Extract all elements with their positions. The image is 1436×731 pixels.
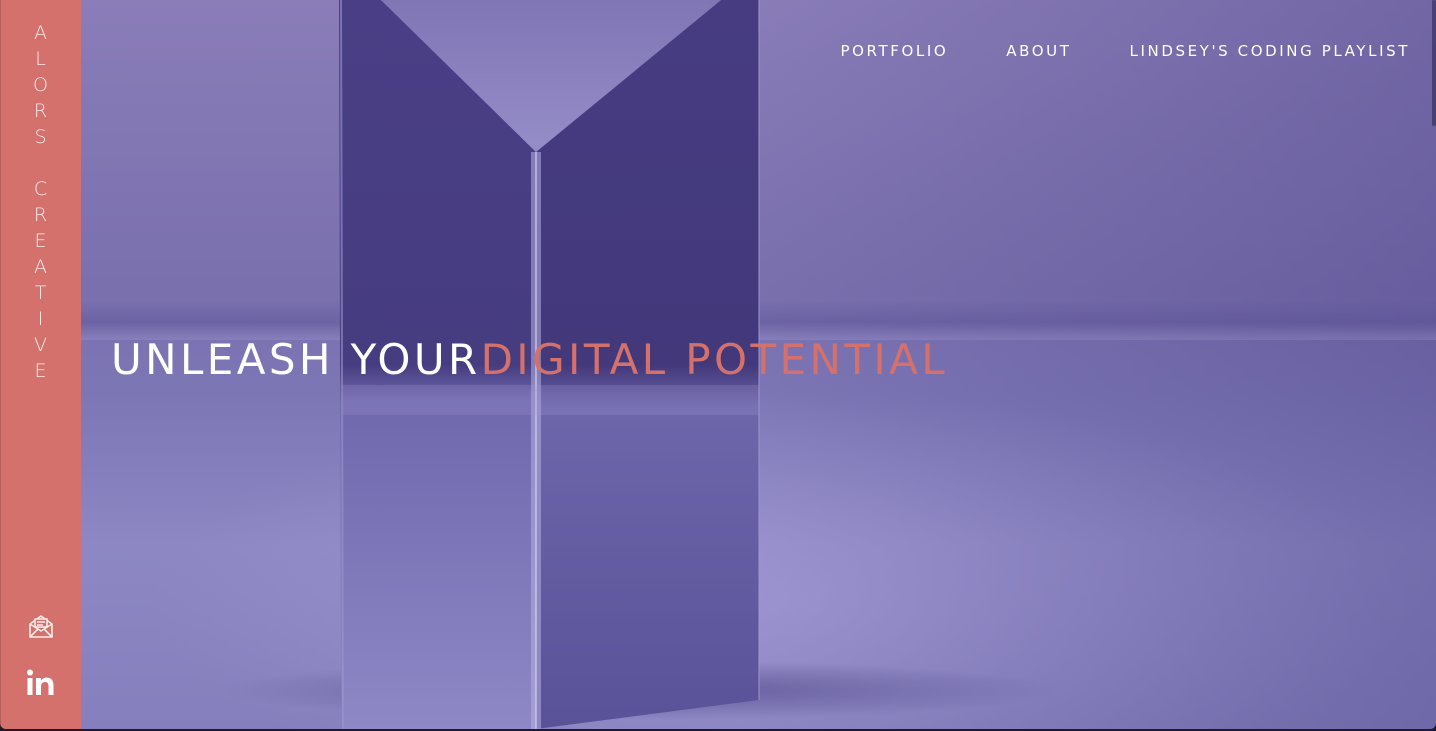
nav-coding-playlist[interactable]: LINDSEY'S CODING PLAYLIST: [1130, 41, 1410, 61]
headline-accent: DIGITAL POTENTIAL: [480, 335, 949, 384]
brand-letter-space: [0, 150, 81, 176]
hero-headline: UNLEASH YOURDIGITAL POTENTIAL: [111, 335, 948, 385]
nav-portfolio[interactable]: PORTFOLIO: [841, 41, 949, 61]
nav-about[interactable]: ABOUT: [1006, 41, 1071, 61]
sidebar: A L O R S C R E A T I V E: [0, 0, 81, 729]
scrollbar[interactable]: [1432, 0, 1436, 126]
brand-letter: O: [33, 74, 48, 96]
brand-letter: A: [34, 22, 47, 44]
headline-white: UNLEASH YOUR: [111, 335, 481, 384]
brand-letter: I: [37, 308, 44, 330]
brand-letter: V: [34, 334, 47, 356]
brand-letter: L: [35, 48, 46, 70]
brand-letter: E: [34, 230, 47, 252]
mail-icon-svg: [29, 615, 53, 638]
brand-letter: E: [34, 360, 47, 382]
brand-logo[interactable]: A L O R S C R E A T I V E: [0, 20, 81, 384]
brand-letter: R: [33, 204, 48, 226]
main-nav: PORTFOLIO ABOUT LINDSEY'S CODING PLAYLIS…: [783, 41, 1411, 61]
brand-letter: T: [34, 282, 47, 304]
brand-letter: C: [33, 178, 48, 200]
linkedin-icon-svg: [27, 669, 54, 695]
mail-icon[interactable]: [26, 611, 56, 641]
brand-letter: R: [33, 100, 48, 122]
brand-letter: A: [34, 256, 47, 278]
brand-letter: S: [34, 126, 47, 148]
linkedin-icon[interactable]: [26, 668, 56, 698]
page: A L O R S C R E A T I V E PORTFOLIO ABOU…: [0, 0, 1436, 729]
